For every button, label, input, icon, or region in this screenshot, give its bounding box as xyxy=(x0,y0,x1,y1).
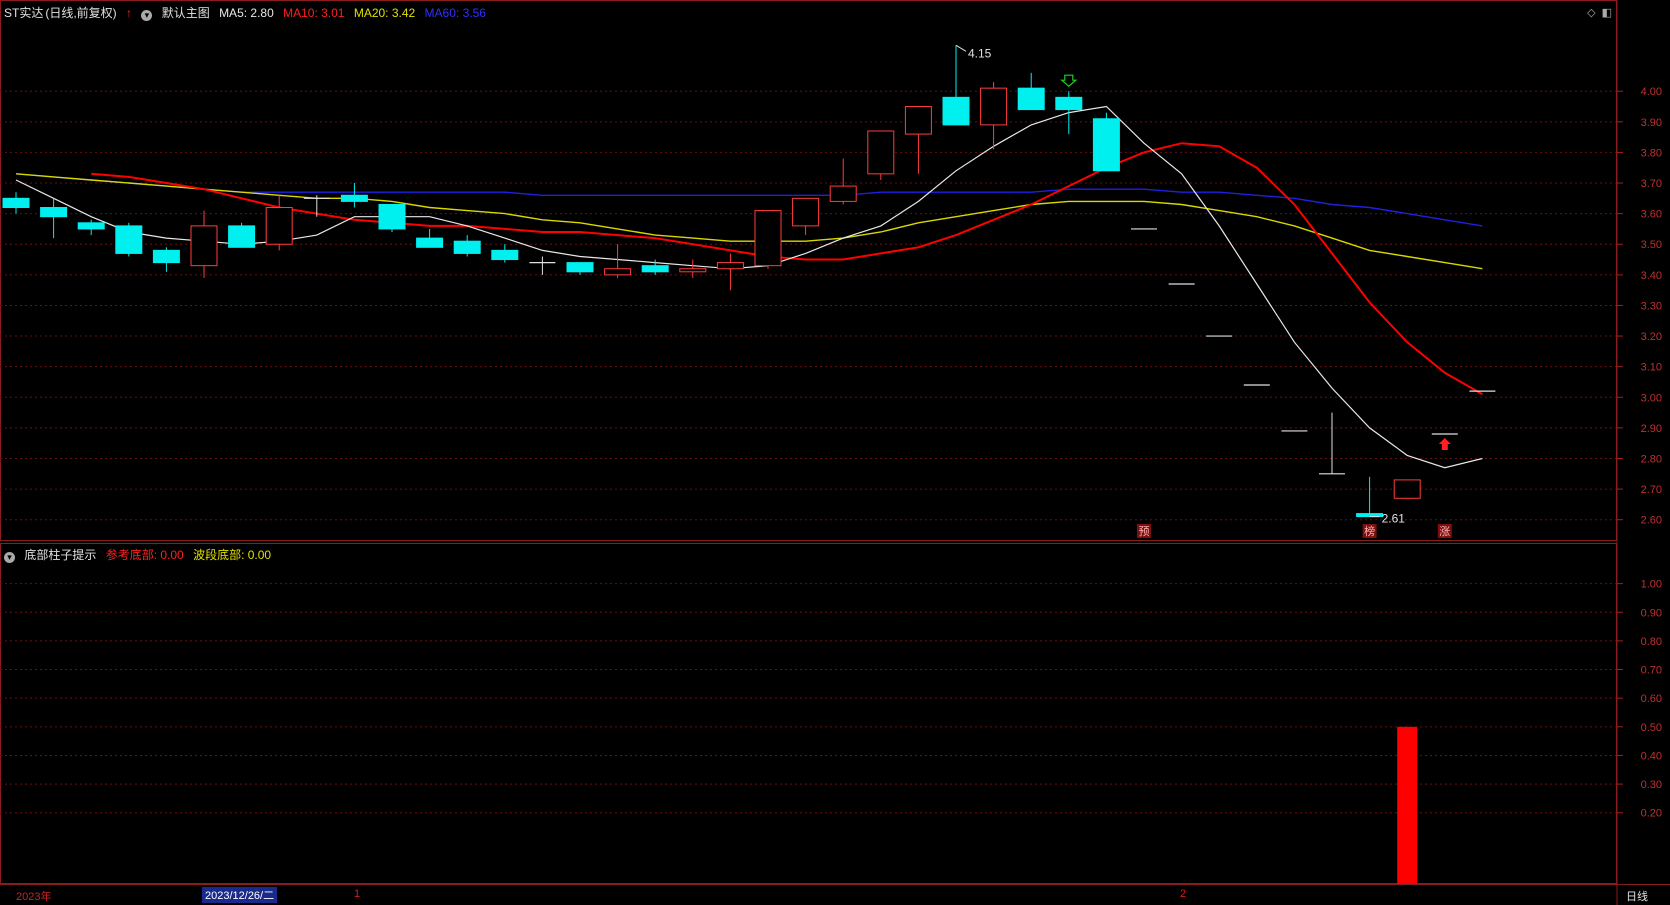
y-tick-label: 2.60 xyxy=(1641,515,1662,527)
y-tick-label: 4.00 xyxy=(1641,86,1662,98)
sub-panel[interactable] xyxy=(0,543,1617,884)
chart-canvas: 4.15 2.61 预 榜 涨 4.00 3.90 3.80 3.70 3.60 3.50 3.40… xyxy=(0,0,1670,905)
up-arrow-icon: ↑ xyxy=(126,6,133,20)
y-tick-label: 3.90 xyxy=(1641,117,1662,129)
price-annotation: 4.15 xyxy=(968,46,992,60)
panel-controls: ◇ ◧ xyxy=(1581,6,1612,19)
y-tick-label: 3.70 xyxy=(1641,178,1662,190)
sub-y-tick-label: 0.70 xyxy=(1641,665,1662,677)
annotation-leader xyxy=(955,44,967,52)
signal-marker-label: 榜 xyxy=(1364,524,1375,538)
sub-y-tick-label: 0.30 xyxy=(1641,779,1662,791)
sub-y-tick-label: 0.50 xyxy=(1641,722,1662,734)
candle-body xyxy=(904,106,932,135)
candle-body xyxy=(115,225,143,254)
candle-body xyxy=(716,262,744,270)
period-label: (日线,前复权) xyxy=(45,6,117,20)
sub-y-tick-label: 1.00 xyxy=(1641,579,1662,591)
sub-y-tick-label: 0.60 xyxy=(1641,693,1662,705)
ma20-value: MA20: 3.42 xyxy=(353,6,416,20)
down-arrow-icon xyxy=(1060,74,1078,88)
sub-y-tick-label: 0.80 xyxy=(1641,636,1662,648)
wave-bottom-value: 波段底部: 0.00 xyxy=(193,548,272,562)
candle-body xyxy=(1055,96,1083,111)
y-tick-label: 3.40 xyxy=(1641,270,1662,282)
indicator-title[interactable]: 底部柱子提示 xyxy=(24,548,96,562)
ma20-line xyxy=(15,173,1483,270)
candle-body xyxy=(190,225,218,267)
period-button[interactable]: 日线 xyxy=(1626,888,1648,904)
signal-marker-label: 涨 xyxy=(1439,525,1450,538)
sub-y-tick-label: 0.20 xyxy=(1641,808,1662,820)
candle-body xyxy=(416,237,444,248)
candle-body xyxy=(566,262,594,273)
candle-body xyxy=(228,225,256,248)
y-tick-label: 2.70 xyxy=(1641,484,1662,496)
year-label: 2023年 xyxy=(16,891,52,903)
up-arrow-icon xyxy=(1438,438,1451,450)
candle-body xyxy=(152,249,180,264)
sub-y-tick-label: 0.90 xyxy=(1641,607,1662,619)
candle-body xyxy=(980,87,1008,126)
candle-body xyxy=(491,249,519,261)
chevron-down-icon[interactable]: ▾ xyxy=(141,10,153,21)
ma60-value: MA60: 3.56 xyxy=(424,6,486,20)
candle-body xyxy=(340,194,368,202)
diamond-icon[interactable]: ◇ xyxy=(1587,7,1595,19)
candle-body xyxy=(641,265,669,273)
sub-header: ▾ 底部柱子提示 参考底部: 0.00 波段底部: 0.00 xyxy=(4,546,277,564)
candle-body xyxy=(792,197,820,227)
candle-body xyxy=(754,210,782,267)
candle-body xyxy=(1393,479,1421,499)
ref-bottom-value: 参考底部: 0.00 xyxy=(105,548,184,562)
month-mark-2: 2 xyxy=(1180,888,1187,900)
candle-body xyxy=(604,268,632,276)
y-tick-label: 3.30 xyxy=(1641,300,1662,312)
y-tick-label: 3.50 xyxy=(1641,239,1662,251)
main-header: ST实达 (日线,前复权) ↑ ▾ 默认主图 MA5: 2.80 MA10: 3.… xyxy=(4,4,492,22)
candle-body xyxy=(942,96,970,126)
candle-body xyxy=(378,203,406,230)
candle-body xyxy=(867,130,895,175)
stock-name[interactable]: ST实达 xyxy=(4,6,43,20)
price-annotation: 2.61 xyxy=(1382,512,1406,526)
sub-y-tick-label: 0.40 xyxy=(1641,750,1662,762)
y-tick-label: 3.00 xyxy=(1641,392,1662,404)
maximize-icon[interactable]: ◧ xyxy=(1602,7,1612,19)
signal-marker-label: 预 xyxy=(1139,525,1150,538)
y-tick-label: 3.20 xyxy=(1641,331,1662,343)
y-tick-label: 2.90 xyxy=(1641,423,1662,435)
candle-body xyxy=(1017,87,1045,111)
candle-body xyxy=(679,268,707,273)
y-tick-label: 3.60 xyxy=(1641,209,1662,221)
template-label[interactable]: 默认主图 xyxy=(162,6,210,20)
y-tick-label: 2.80 xyxy=(1641,453,1662,465)
candle-body xyxy=(829,185,857,202)
ma10-line xyxy=(91,142,1483,396)
candle-body xyxy=(453,240,481,254)
candle-body xyxy=(77,222,105,230)
bottom-signal-bar xyxy=(1397,726,1418,884)
chevron-down-icon[interactable]: ▾ xyxy=(4,552,15,563)
main-panel[interactable] xyxy=(0,0,1617,541)
candle-body xyxy=(265,207,293,245)
ma5-line xyxy=(15,105,1483,469)
ma10-value: MA10: 3.01 xyxy=(283,6,345,20)
cursor-date: 2023/12/26/二 xyxy=(202,887,278,903)
candle-body xyxy=(2,197,30,209)
candle-body xyxy=(40,207,68,218)
y-tick-label: 3.80 xyxy=(1641,147,1662,159)
ma5-value: MA5: 2.80 xyxy=(219,6,274,20)
month-mark-1: 1 xyxy=(354,888,361,900)
y-tick-label: 3.10 xyxy=(1641,362,1662,374)
candle-body xyxy=(1092,118,1120,172)
